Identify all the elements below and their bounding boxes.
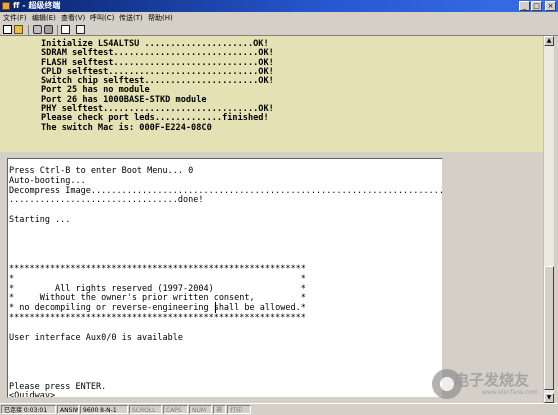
disconnect-icon[interactable] xyxy=(44,25,53,34)
properties-icon[interactable] xyxy=(76,25,85,34)
scroll-up-icon[interactable]: ▲ xyxy=(544,36,554,46)
call-icon[interactable] xyxy=(33,25,42,34)
vertical-scrollbar[interactable]: ▲ ▼ xyxy=(543,36,554,403)
window-controls: _ □ × xyxy=(519,1,556,11)
toolbar xyxy=(0,24,558,36)
menu-call[interactable]: 呼叫(C) xyxy=(90,12,114,24)
toolbar-separator xyxy=(57,25,58,35)
send-file-icon[interactable] xyxy=(61,25,70,34)
status-bar: 已连接 0:03:01 ANSIW 9600 8-N-1 SCROLL CAPS… xyxy=(0,403,558,415)
watermark-url: www.elecfans.com xyxy=(482,389,538,396)
print-indicator: 打印 xyxy=(227,405,251,414)
port-settings: 9600 8-N-1 xyxy=(80,405,128,414)
console-text: Press Ctrl-B to enter Boot Menu... 0 Aut… xyxy=(9,166,443,398)
open-folder-icon[interactable] xyxy=(14,25,23,34)
minimize-button[interactable]: _ xyxy=(519,1,530,11)
elecfans-watermark: 电子发烧友 www.elecfans.com xyxy=(432,367,556,401)
maximize-button[interactable]: □ xyxy=(531,1,542,11)
window-title: ff - 超级终端 xyxy=(13,1,61,10)
menu-view[interactable]: 查看(V) xyxy=(61,12,85,24)
new-connection-icon[interactable] xyxy=(3,25,12,34)
close-button[interactable]: × xyxy=(545,1,556,11)
text-cursor xyxy=(215,302,216,313)
num-indicator: NUM xyxy=(189,405,212,414)
menu-help[interactable]: 帮助(H) xyxy=(148,12,173,24)
toolbar-separator xyxy=(28,25,29,35)
hyperterminal-icon xyxy=(2,2,10,10)
terminal-area[interactable]: Initialize LS4ALTSU ....................… xyxy=(0,36,543,403)
menu-edit[interactable]: 编辑(E) xyxy=(32,12,56,24)
menu-bar: 文件(F) 编辑(E) 查看(V) 呼叫(C) 传送(T) 帮助(H) xyxy=(0,12,558,24)
watermark-name: 电子发烧友 xyxy=(454,371,530,389)
menu-transfer[interactable]: 传送(T) xyxy=(119,12,143,24)
menu-file[interactable]: 文件(F) xyxy=(3,12,27,24)
connection-time: 已连接 0:03:01 xyxy=(1,405,56,414)
boot-log-panel: Initialize LS4ALTSU ....................… xyxy=(0,36,543,152)
emulation-type: ANSIW xyxy=(57,405,79,414)
scroll-indicator: SCROLL xyxy=(129,405,162,414)
caps-indicator: CAPS xyxy=(163,405,188,414)
title-bar: ff - 超级终端 _ □ × xyxy=(0,0,558,12)
capture-indicator: 捕 xyxy=(213,405,226,414)
boot-log-text: Initialize LS4ALTSU ....................… xyxy=(41,39,274,133)
console-panel[interactable]: Press Ctrl-B to enter Boot Menu... 0 Aut… xyxy=(7,158,443,398)
